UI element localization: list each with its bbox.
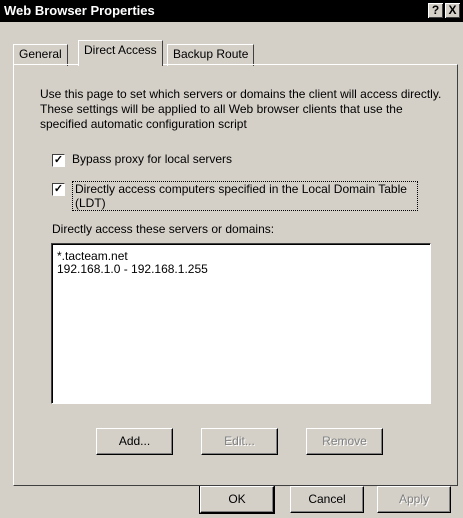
tab-direct-access[interactable]: Direct Access xyxy=(78,40,163,66)
title-bar[interactable]: Web Browser Properties ? X xyxy=(0,0,463,22)
web-browser-properties-dialog: Web Browser Properties ? X General Direc… xyxy=(0,0,463,518)
apply-button[interactable]: Apply xyxy=(377,486,451,513)
cancel-button[interactable]: Cancel xyxy=(290,486,364,513)
window-title: Web Browser Properties xyxy=(4,3,155,18)
tab-backup-route[interactable]: Backup Route xyxy=(167,44,255,66)
close-button[interactable]: X xyxy=(445,3,460,18)
tab-general[interactable]: General xyxy=(13,44,68,66)
help-button[interactable]: ? xyxy=(428,3,443,18)
ok-button[interactable]: OK xyxy=(199,485,275,514)
tab-panel xyxy=(13,64,458,486)
